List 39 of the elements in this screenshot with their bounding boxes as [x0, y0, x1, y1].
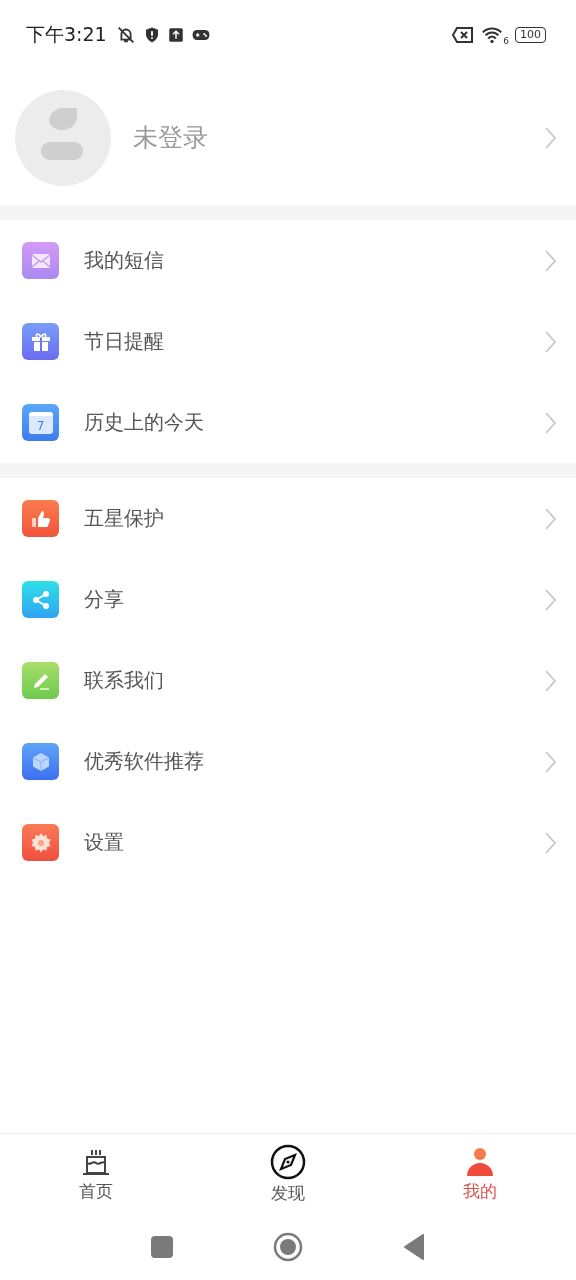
menu-item[interactable]: 优秀软件推荐: [84, 748, 544, 775]
menu-item[interactable]: 分享: [84, 586, 544, 613]
home-icon[interactable]: [273, 1232, 303, 1262]
chevron-right-icon: [544, 506, 556, 531]
cube-icon: [22, 743, 59, 780]
menu-item[interactable]: 设置: [84, 829, 544, 856]
chevron-right-icon: [544, 749, 556, 774]
recent-apps-icon[interactable]: [151, 1236, 173, 1258]
calendar-icon: 7: [22, 404, 59, 441]
nav-tab[interactable]: 首页: [36, 1134, 156, 1214]
upload-icon: [166, 26, 185, 44]
chevron-right-icon: [544, 125, 556, 150]
sim-off-icon: [451, 25, 476, 45]
nav-tab[interactable]: 我的: [420, 1134, 540, 1214]
battery-indicator: 100: [515, 27, 546, 43]
gift-icon: [22, 323, 59, 360]
chevron-right-icon: [544, 587, 556, 612]
chevron-right-icon: [544, 830, 556, 855]
menu-item[interactable]: 节日提醒: [84, 328, 544, 355]
person-icon: [464, 1145, 496, 1178]
settings-icon: [22, 824, 59, 861]
status-time: 下午3:21: [26, 22, 107, 47]
chevron-right-icon: [544, 248, 556, 273]
compass-icon: [270, 1143, 306, 1180]
menu-item[interactable]: 五星保护: [84, 505, 544, 532]
wifi-icon: [481, 25, 504, 45]
nav-tab[interactable]: 发现: [228, 1134, 348, 1214]
chevron-right-icon: [544, 329, 556, 354]
menu-item[interactable]: 历史上的今天: [84, 409, 544, 436]
menu-item[interactable]: 联系我们: [84, 667, 544, 694]
pencil-icon: [22, 662, 59, 699]
chevron-right-icon: [544, 668, 556, 693]
wifi-label: 6: [503, 36, 509, 46]
envelope-icon: [22, 242, 59, 279]
back-icon[interactable]: [403, 1234, 425, 1260]
share-icon: [22, 581, 59, 618]
thumbs-up-icon: [22, 500, 59, 537]
chevron-right-icon: [544, 410, 556, 435]
menu-item[interactable]: 我的短信: [84, 247, 544, 274]
